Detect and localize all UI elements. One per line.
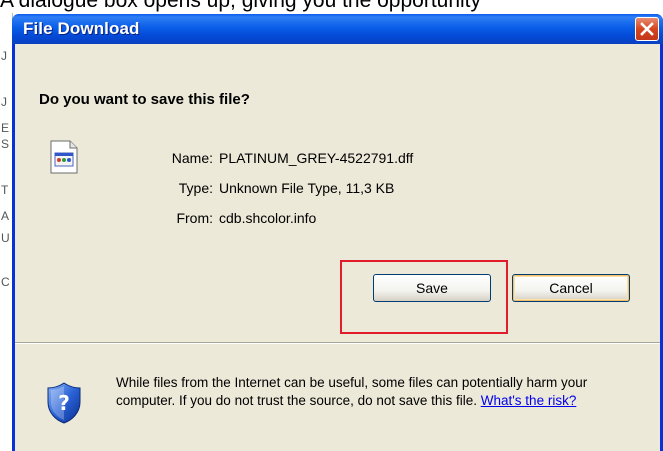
- security-shield-question-icon: ?: [46, 382, 82, 429]
- close-button[interactable]: [635, 17, 659, 41]
- name-label: Name:: [171, 150, 213, 166]
- strip-letter: S: [1, 137, 10, 151]
- background-caption-text: A dialogue box opens up, giving you the …: [0, 0, 482, 12]
- close-icon: [640, 22, 654, 36]
- strip-letter: T: [1, 183, 9, 197]
- strip-letter: J: [1, 49, 7, 63]
- security-warning: While files from the Internet can be use…: [116, 374, 636, 410]
- strip-letter: C: [1, 275, 10, 289]
- divider: [15, 342, 660, 344]
- from-value: cdb.shcolor.info: [219, 210, 317, 226]
- strip-letter: A: [1, 209, 10, 223]
- type-value: Unknown File Type, 11,3 KB: [219, 180, 395, 196]
- dialog-title: File Download: [23, 19, 140, 38]
- strip-letter: U: [1, 231, 10, 245]
- from-label: From:: [176, 210, 213, 226]
- cancel-button[interactable]: Cancel: [512, 274, 630, 302]
- strip-letter: J: [1, 95, 7, 109]
- svg-text:?: ?: [58, 391, 70, 415]
- name-value: PLATINUM_GREY-4522791.dff: [219, 150, 414, 166]
- file-download-dialog: File Download Do you want to save this f…: [12, 14, 663, 451]
- dialog-body: Do you want to save this file? Name: PLA…: [15, 44, 660, 451]
- dialog-titlebar[interactable]: File Download: [12, 14, 663, 44]
- save-highlight-box: [340, 260, 508, 334]
- type-label: Type:: [178, 180, 213, 196]
- strip-letter: E: [1, 121, 10, 135]
- file-info: Name: PLATINUM_GREY-4522791.dff Type: Un…: [15, 44, 660, 264]
- whats-the-risk-link[interactable]: What's the risk?: [481, 393, 577, 408]
